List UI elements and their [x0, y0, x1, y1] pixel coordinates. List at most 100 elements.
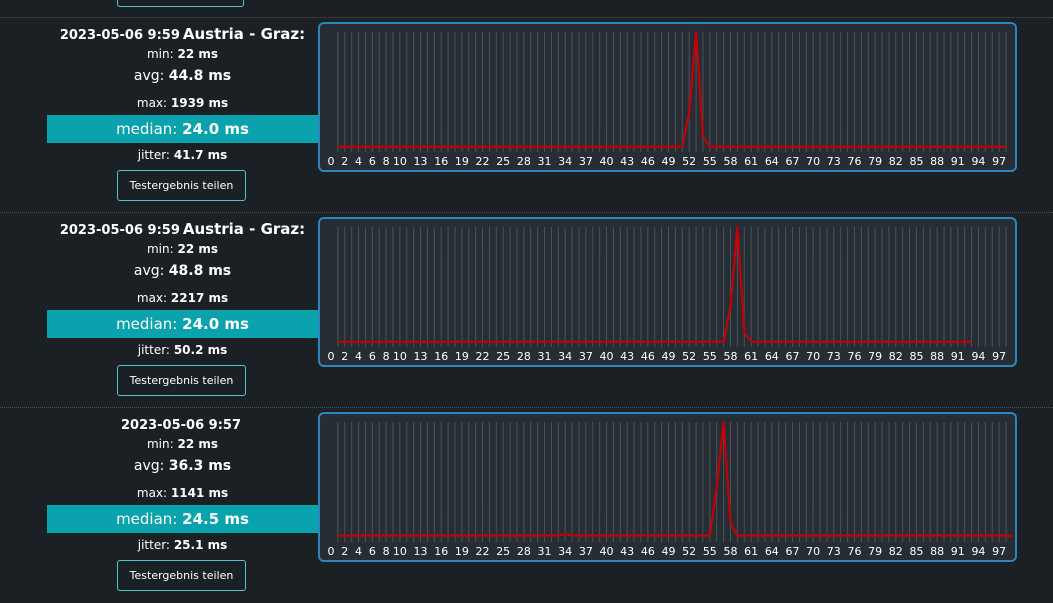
x-tick-label: 91 [951, 350, 965, 363]
x-tick-label: 61 [744, 545, 758, 558]
x-tick-label: 46 [641, 545, 655, 558]
median-label: median: [116, 510, 178, 528]
avg-number: 36.3 ms [168, 458, 232, 474]
x-tick-label: 76 [847, 155, 861, 168]
avg-value: avg: 36.3 ms [47, 458, 318, 474]
min-number: 22 ms [177, 242, 219, 256]
x-tick-label: 82 [889, 350, 903, 363]
x-tick-label: 4 [355, 350, 362, 363]
x-tick-label: 34 [558, 545, 572, 558]
min-label: min: [146, 47, 174, 61]
stats-panel: 2023-05-06 9:59 Austria - Graz: min: 22 m… [47, 18, 318, 213]
ping-chart-1: 0 2 4 6 8 10 13 16 19 22 25 28 31 34 37 40 43 46 49 52 55 58 6… [318, 22, 1017, 172]
x-tick-label: 31 [538, 545, 552, 558]
share-result-button[interactable]: Testergebnis teilen [117, 365, 246, 396]
x-tick-label: 0 [328, 155, 335, 168]
x-tick-label: 8 [383, 350, 390, 363]
x-tick-label: 0 [328, 545, 335, 558]
x-tick-label: 28 [517, 155, 531, 168]
x-tick-label: 43 [620, 545, 634, 558]
x-tick-label: 16 [434, 545, 448, 558]
ping-chart-2: 0 2 4 6 8 10 13 16 19 22 25 28 31 34 37 40 43 46 49 52 55 58 6… [318, 217, 1017, 367]
x-tick-label: 85 [909, 545, 923, 558]
x-tick-label: 61 [744, 155, 758, 168]
max-label: max: [136, 96, 168, 110]
max-label: max: [136, 486, 168, 500]
share-result-button[interactable]: Testergebnis teilen [117, 560, 246, 591]
location: Austria - Graz: [182, 25, 306, 43]
result-title: 2023-05-06 9:59 Austria - Graz: [47, 25, 318, 43]
max-value: max: 1939 ms [47, 96, 318, 110]
x-tick-label: 6 [369, 155, 376, 168]
location: Austria - Graz: [182, 220, 306, 238]
x-tick-label: 8 [383, 545, 390, 558]
x-tick-label: 64 [765, 155, 779, 168]
x-tick-label: 31 [538, 350, 552, 363]
x-tick-label: 97 [992, 350, 1006, 363]
avg-value: avg: 44.8 ms [47, 68, 318, 84]
x-tick-label: 79 [868, 155, 882, 168]
jitter-label: jitter: [137, 538, 170, 552]
x-tick-label: 67 [785, 350, 799, 363]
x-tick-label: 73 [827, 155, 841, 168]
x-tick-label: 64 [765, 545, 779, 558]
share-button-previous[interactable] [117, 0, 244, 7]
share-result-button[interactable]: Testergebnis teilen [117, 170, 246, 201]
x-tick-label: 97 [992, 545, 1006, 558]
median-label: median: [116, 120, 178, 138]
min-value: min: 22 ms [47, 47, 318, 61]
x-tick-label: 6 [369, 350, 376, 363]
x-tick-label: 88 [930, 155, 944, 168]
jitter-number: 25.1 ms [173, 538, 228, 552]
ping-chart-svg: 0 2 4 6 8 10 13 16 19 22 25 28 31 34 37 40 43 46 49 52 55 58 6… [328, 420, 1013, 558]
x-tick-label: 28 [517, 350, 531, 363]
x-tick-label: 34 [558, 350, 572, 363]
x-tick-label: 22 [476, 155, 490, 168]
x-tick-label: 40 [600, 350, 614, 363]
x-tick-label: 76 [847, 350, 861, 363]
x-tick-label: 22 [476, 350, 490, 363]
jitter-number: 41.7 ms [173, 148, 228, 162]
x-tick-label: 10 [393, 545, 407, 558]
datetime: 2023-05-06 9:57 [120, 418, 241, 433]
x-tick-label: 55 [703, 545, 717, 558]
avg-label: avg: [133, 68, 165, 84]
x-tick-label: 46 [641, 155, 655, 168]
avg-label: avg: [133, 263, 165, 279]
x-tick-label: 67 [785, 545, 799, 558]
max-number: 2217 ms [170, 291, 229, 305]
x-tick-label: 97 [992, 155, 1006, 168]
x-tick-label: 37 [579, 350, 593, 363]
max-label: max: [136, 291, 168, 305]
x-tick-label: 88 [930, 545, 944, 558]
x-tick-label: 25 [496, 545, 510, 558]
ping-chart-3: 0 2 4 6 8 10 13 16 19 22 25 28 31 34 37 40 43 46 49 52 55 58 6… [318, 412, 1017, 562]
median-label: median: [116, 315, 178, 333]
datetime: 2023-05-06 9:59 [59, 28, 180, 43]
x-tick-label: 8 [383, 155, 390, 168]
jitter-value: jitter: 25.1 ms [47, 538, 318, 552]
x-tick-label: 58 [723, 350, 737, 363]
x-tick-label: 19 [455, 350, 469, 363]
jitter-number: 50.2 ms [173, 343, 228, 357]
max-number: 1141 ms [170, 486, 229, 500]
avg-value: avg: 48.8 ms [47, 263, 318, 279]
x-tick-label: 94 [971, 545, 985, 558]
x-tick-label: 4 [355, 545, 362, 558]
test-result-2: 2023-05-06 9:59 Austria - Graz: min: 22 m… [0, 213, 1053, 408]
x-tick-label: 43 [620, 350, 634, 363]
x-tick-label: 19 [455, 545, 469, 558]
x-tick-label: 10 [393, 155, 407, 168]
x-tick-label: 67 [785, 155, 799, 168]
min-value: min: 22 ms [47, 437, 318, 451]
x-tick-label: 91 [951, 545, 965, 558]
jitter-value: jitter: 50.2 ms [47, 343, 318, 357]
x-tick-label: 22 [476, 545, 490, 558]
x-tick-label: 25 [496, 155, 510, 168]
max-value: max: 2217 ms [47, 291, 318, 305]
x-tick-label: 52 [682, 155, 696, 168]
x-tick-label: 37 [579, 545, 593, 558]
x-tick-label: 37 [579, 155, 593, 168]
x-tick-label: 94 [971, 350, 985, 363]
median-number: 24.0 ms [182, 315, 249, 333]
